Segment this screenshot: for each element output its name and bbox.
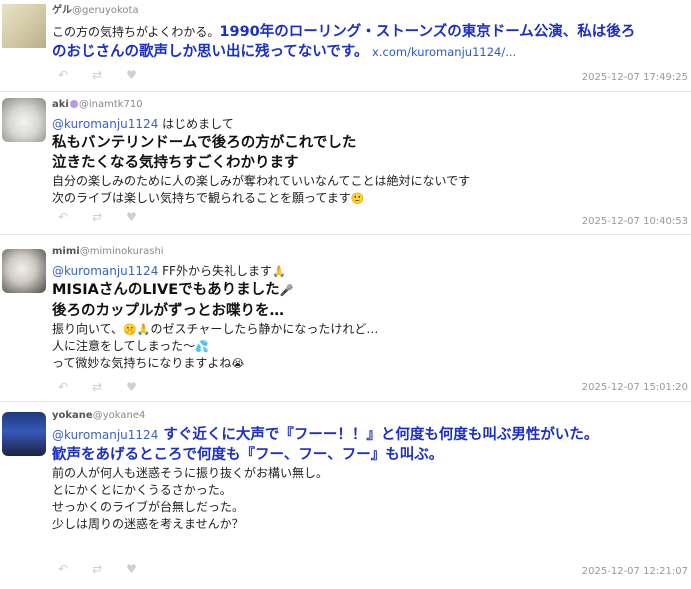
avatar[interactable] (2, 98, 46, 142)
post-text: MISIAさんのLIVEでもありました (52, 282, 280, 298)
heart-icon[interactable]: ♥ (126, 562, 137, 578)
post-text: すぐ近くに大声で『フーー！！』と何度も何度も叫ぶ男性がいた。 (158, 427, 599, 443)
timestamp[interactable]: 2025-12-07 15:01:20 (582, 382, 688, 393)
post-line: 私もバンテリンドームで後ろの方がこれでした (52, 133, 688, 153)
heart-icon[interactable]: ♥ (126, 68, 137, 84)
post-text: 歓声をあげるところで何度も『フー、フー、フー』も叫ぶ。 (52, 447, 444, 463)
post-actions: ↶ ⇄ ♥ (58, 210, 137, 226)
timestamp[interactable]: 2025-12-07 10:40:53 (582, 216, 688, 227)
post-line: 自分の楽しみのために人の楽しみが奪われていいなんてことは絶対にないです (52, 173, 688, 190)
retweet-icon[interactable]: ⇄ (92, 380, 102, 396)
emoji: 🎤 (279, 284, 294, 297)
url-link[interactable]: x.com/kuromanju1124/... (368, 45, 516, 59)
heart-icon[interactable]: ♥ (126, 380, 137, 396)
post-text: FF外から失礼します (158, 264, 272, 278)
user-name[interactable]: yokane (52, 410, 93, 421)
post-line: 次のライブは楽しい気持ちで観られることを願ってます🙂 (52, 190, 688, 207)
post-line: 泣きたくなる気持ちすごくわかります (52, 153, 688, 173)
post-text: せっかくのライブが台無しだった。 (52, 500, 245, 514)
post-line: 前の人が何人も迷惑そうに振り抜くがお構い無し。 (52, 465, 688, 482)
retweet-icon[interactable]: ⇄ (92, 562, 102, 578)
post-text: 後ろのカップルがずっとお喋りを… (52, 303, 284, 319)
post-meta: yokane@yokane4 (52, 409, 688, 423)
post-text: 前の人が何人も迷惑そうに振り抜くがお構い無し。 (52, 466, 329, 480)
post-text: はじめまして (158, 117, 234, 131)
post-text: とにかくとにかくうるさかった。 (52, 483, 232, 497)
avatar[interactable] (2, 249, 46, 293)
avatar[interactable] (2, 412, 46, 456)
user-name[interactable]: mimi (52, 246, 80, 257)
reply-feed: ゲル@geruyokota この方の気持ちがよくわかる。1990年のローリング・… (0, 0, 691, 589)
post-line: とにかくとにかくうるさかった。 (52, 482, 688, 499)
post-line: 少しは周りの迷惑を考えませんか？ (52, 516, 688, 533)
post-text: って微妙な気持ちになりますよね (52, 356, 232, 370)
post-text: のゼスチャーしたら静かになったけれど… (150, 322, 379, 336)
post-line: って微妙な気持ちになりますよね😭 (52, 355, 688, 372)
mention-link[interactable]: @kuromanju1124 (52, 264, 158, 278)
post-line: のおじさんの歌声しか思い出に残ってないです。 x.com/kuromanju11… (52, 42, 688, 62)
retweet-icon[interactable]: ⇄ (92, 210, 102, 226)
emoji: 🙏 (271, 265, 286, 278)
reply-post: mimi@miminokurashi @kuromanju1124 FF外から失… (0, 235, 691, 402)
post-line: MISIAさんのLIVEでもありました🎤 (52, 280, 688, 301)
user-name[interactable]: aki (52, 99, 69, 110)
reply-icon[interactable]: ↶ (58, 562, 68, 578)
user-handle[interactable]: @yokane4 (93, 410, 146, 421)
emoji: 💦 (195, 340, 209, 353)
post-text: この方の気持ちがよくわかる。 (52, 25, 220, 39)
post-line: この方の気持ちがよくわかる。1990年のローリング・ストーンズの東京ドーム公演、… (52, 22, 688, 42)
post-line: 人に注意をしてしまった〜💦 (52, 338, 688, 355)
badge-icon (69, 100, 78, 108)
post-line: @kuromanju1124 FF外から失礼します🙏 (52, 263, 688, 280)
reply-icon[interactable]: ↶ (58, 380, 68, 396)
post-text: のおじさんの歌声しか思い出に残ってないです。 (52, 44, 369, 60)
post-meta: ゲル@geruyokota (52, 4, 688, 18)
post-text: 少しは周りの迷惑を考えませんか？ (52, 517, 244, 531)
emoji: 🤫🙏 (123, 323, 151, 336)
post-actions: ↶ ⇄ ♥ (58, 562, 137, 578)
user-handle[interactable]: @geruyokota (72, 5, 139, 16)
post-line: 振り向いて、🤫🙏のゼスチャーしたら静かになったけれど… (52, 321, 688, 338)
post-line: @kuromanju1124 はじめまして (52, 116, 688, 133)
heart-icon[interactable]: ♥ (126, 210, 137, 226)
avatar[interactable] (2, 4, 46, 48)
emoji: 🙂 (350, 192, 365, 205)
post-line: @kuromanju1124 すぐ近くに大声で『フーー！！』と何度も何度も叫ぶ男… (52, 425, 688, 445)
emoji: 😭 (231, 357, 245, 370)
post-actions: ↶ ⇄ ♥ (58, 380, 137, 396)
post-line: 後ろのカップルがずっとお喋りを… (52, 301, 688, 321)
post-line: 歓声をあげるところで何度も『フー、フー、フー』も叫ぶ。 (52, 445, 688, 465)
reply-icon[interactable]: ↶ (58, 68, 68, 84)
user-name[interactable]: ゲル (52, 5, 72, 16)
post-actions: ↶ ⇄ ♥ (58, 68, 137, 84)
post-text: 私もバンテリンドームで後ろの方がこれでした (52, 135, 357, 151)
post-line: せっかくのライブが台無しだった。 (52, 499, 688, 516)
post-text: 振り向いて、 (52, 322, 124, 336)
timestamp[interactable]: 2025-12-07 17:49:25 (582, 72, 688, 83)
reply-icon[interactable]: ↶ (58, 210, 68, 226)
post-text: 自分の楽しみのために人の楽しみが奪われていいなんてことは絶対にないです (52, 174, 471, 188)
user-handle[interactable]: @inamtk710 (79, 99, 143, 110)
post-text: 1990年のローリング・ストーンズの東京ドーム公演、私は後ろ (219, 24, 636, 40)
post-text: 人に注意をしてしまった〜 (52, 339, 196, 353)
post-meta: aki @inamtk710 (52, 98, 688, 112)
mention-link[interactable]: @kuromanju1124 (52, 117, 158, 131)
post-meta: mimi@miminokurashi (52, 245, 688, 259)
retweet-icon[interactable]: ⇄ (92, 68, 102, 84)
reply-post: ゲル@geruyokota この方の気持ちがよくわかる。1990年のローリング・… (0, 0, 691, 92)
reply-post: aki @inamtk710 @kuromanju1124 はじめまして 私もバン… (0, 92, 691, 235)
user-handle[interactable]: @miminokurashi (80, 246, 164, 257)
post-text: 次のライブは楽しい気持ちで観られることを願ってます (52, 191, 351, 205)
timestamp[interactable]: 2025-12-07 12:21:07 (582, 566, 688, 577)
reply-post: yokane@yokane4 @kuromanju1124 すぐ近くに大声で『フ… (0, 402, 691, 589)
mention-link[interactable]: @kuromanju1124 (52, 428, 158, 442)
post-text: 泣きたくなる気持ちすごくわかります (52, 155, 299, 171)
